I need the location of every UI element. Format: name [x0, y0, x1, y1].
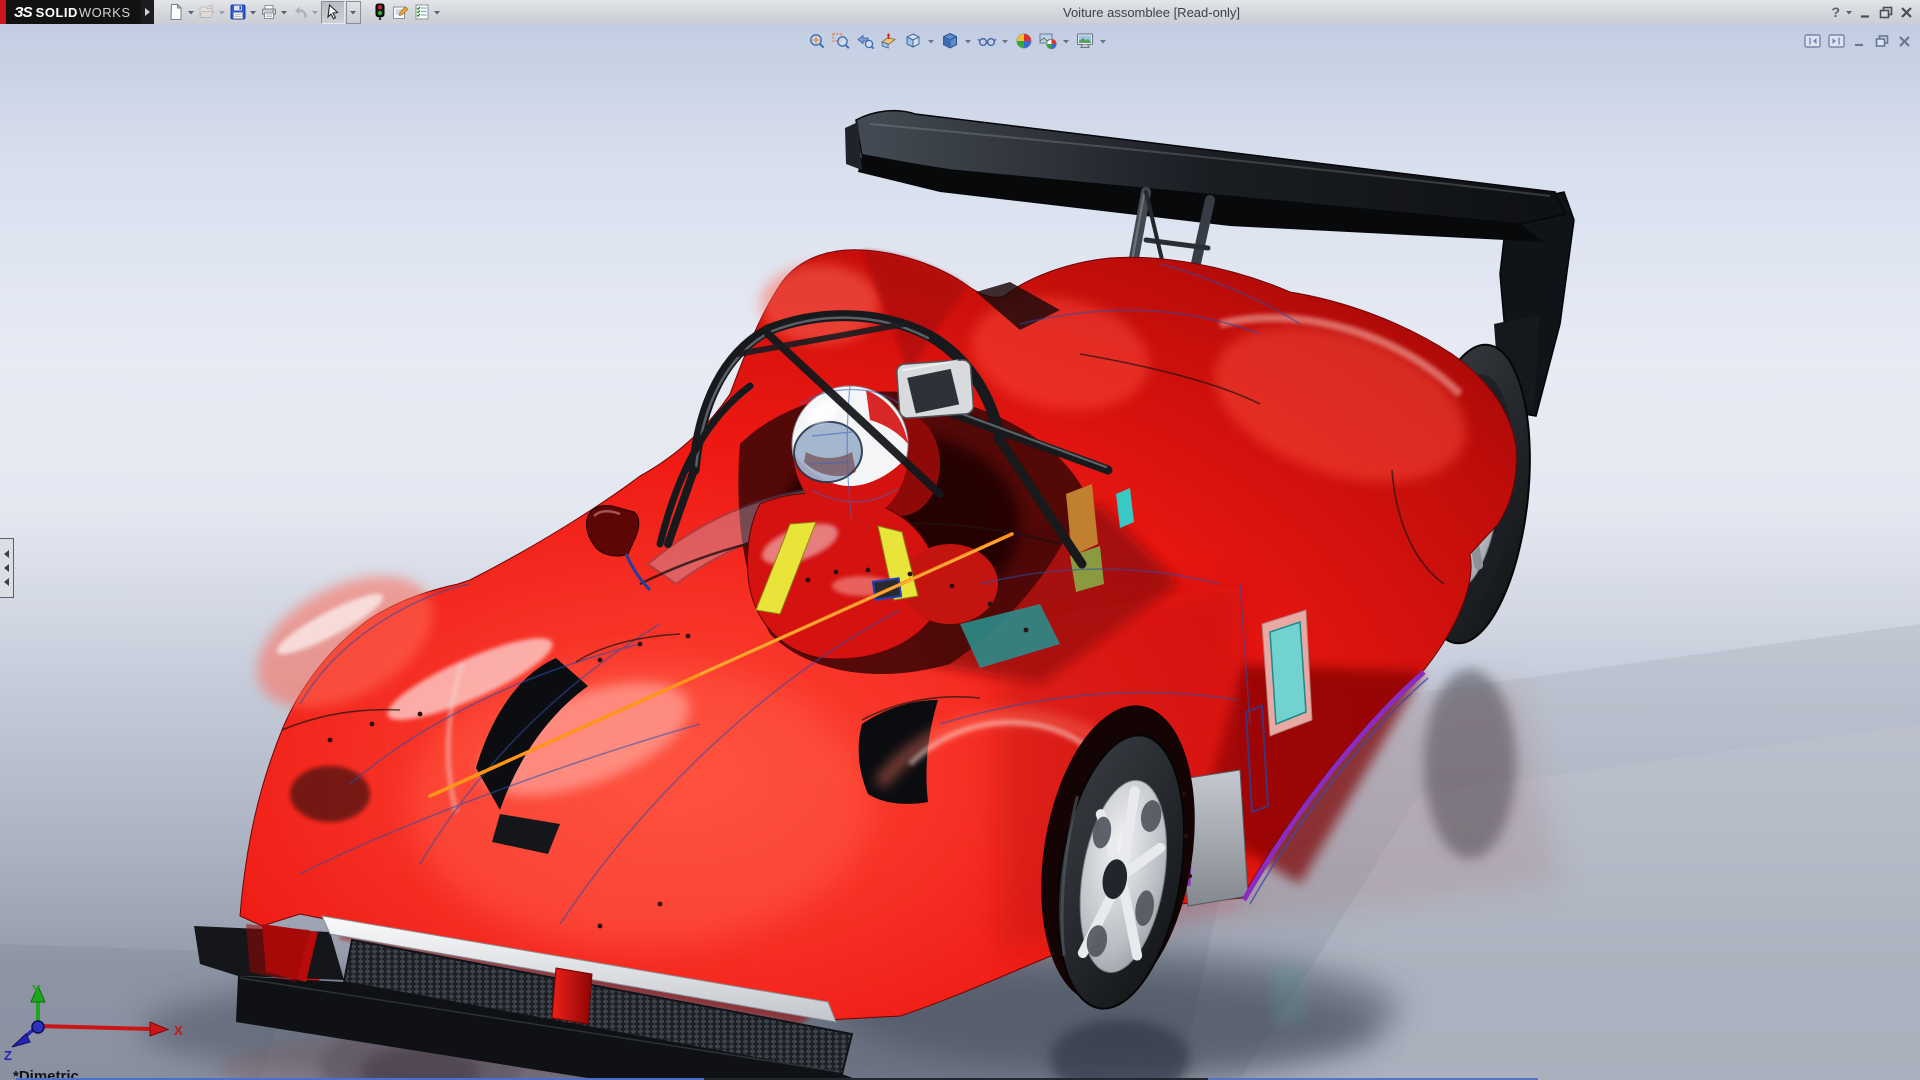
new-flyout-caret[interactable] — [187, 1, 196, 23]
3d-model-scene[interactable] — [0, 24, 1920, 1080]
main-toolbar — [166, 0, 442, 24]
collapse-pane-left-icon[interactable] — [1804, 33, 1821, 49]
display-style-icon[interactable] — [939, 30, 960, 51]
collapse-arrow-icon — [4, 564, 9, 572]
collapse-arrow-icon — [4, 578, 9, 586]
minimize-document-icon[interactable] — [1852, 33, 1867, 49]
apply-scene-flyout-caret[interactable] — [1061, 30, 1071, 51]
window-controls: ? — [1831, 0, 1914, 24]
select-flyout-caret[interactable] — [346, 1, 361, 24]
checker-flyout-caret[interactable] — [433, 1, 442, 23]
close-document-icon[interactable] — [1897, 33, 1912, 49]
close-icon[interactable] — [1899, 5, 1914, 20]
view-settings-flyout-caret[interactable] — [1098, 30, 1108, 51]
new-document-icon[interactable] — [166, 1, 186, 23]
hide-show-flyout-caret[interactable] — [1000, 30, 1010, 51]
zoom-to-area-icon[interactable] — [830, 30, 851, 51]
display-style-flyout-caret[interactable] — [963, 30, 973, 51]
restore-icon[interactable] — [1878, 5, 1894, 20]
view-orientation-icon[interactable] — [902, 30, 923, 51]
help-flyout-caret[interactable] — [1845, 5, 1853, 19]
stoplight-icon[interactable] — [370, 1, 390, 23]
restore-document-icon[interactable] — [1874, 33, 1890, 49]
edit-appearance-icon[interactable] — [1013, 30, 1034, 51]
logo-mark: ЗS — [14, 4, 32, 21]
print-flyout-caret[interactable] — [280, 1, 289, 23]
solidworks-logo: ЗS SOLIDWORKS — [0, 0, 154, 24]
collapse-arrow-icon — [4, 550, 9, 558]
air-intake[interactable] — [896, 359, 974, 418]
triad-y-label: Y — [32, 982, 41, 997]
undo-icon[interactable] — [290, 1, 310, 23]
reference-triad: Y X Z — [0, 982, 230, 1068]
titlebar: ЗS SOLIDWORKS — [0, 0, 1920, 25]
help-button[interactable]: ? — [1831, 4, 1840, 20]
graphics-viewport[interactable]: Y X Z *Dimetric — [0, 24, 1920, 1080]
headsup-toolbar — [806, 30, 1108, 51]
select-tool-icon[interactable] — [321, 1, 345, 24]
open-icon[interactable] — [197, 1, 217, 23]
logo-solid-text: SOLID — [36, 5, 78, 20]
minimize-icon[interactable] — [1858, 5, 1873, 20]
logo-works-text: WORKS — [79, 5, 131, 20]
document-title: Voiture assomblee [Read-only] — [1063, 5, 1240, 20]
previous-view-icon[interactable] — [854, 30, 875, 51]
undo-flyout-caret[interactable] — [311, 1, 320, 23]
comment-edit-icon[interactable] — [391, 1, 411, 23]
document-window-controls — [1804, 33, 1912, 49]
save-icon[interactable] — [228, 1, 248, 23]
logo-expand-arrow-icon[interactable] — [141, 0, 154, 24]
view-orientation-flyout-caret[interactable] — [926, 30, 936, 51]
triad-z-label: Z — [4, 1048, 12, 1063]
section-view-icon[interactable] — [878, 30, 899, 51]
collapse-pane-right-icon[interactable] — [1828, 33, 1845, 49]
featuremanager-collapsed-tab[interactable] — [0, 538, 14, 598]
triad-x-label: X — [174, 1023, 183, 1038]
hide-show-items-icon[interactable] — [976, 30, 997, 51]
apply-scene-icon[interactable] — [1037, 30, 1058, 51]
open-flyout-caret[interactable] — [218, 1, 227, 23]
zoom-to-fit-icon[interactable] — [806, 30, 827, 51]
solidworks-window: ЗS SOLIDWORKS — [0, 0, 1920, 1080]
design-checker-icon[interactable] — [412, 1, 432, 23]
print-icon[interactable] — [259, 1, 279, 23]
view-settings-icon[interactable] — [1074, 30, 1095, 51]
save-flyout-caret[interactable] — [249, 1, 258, 23]
